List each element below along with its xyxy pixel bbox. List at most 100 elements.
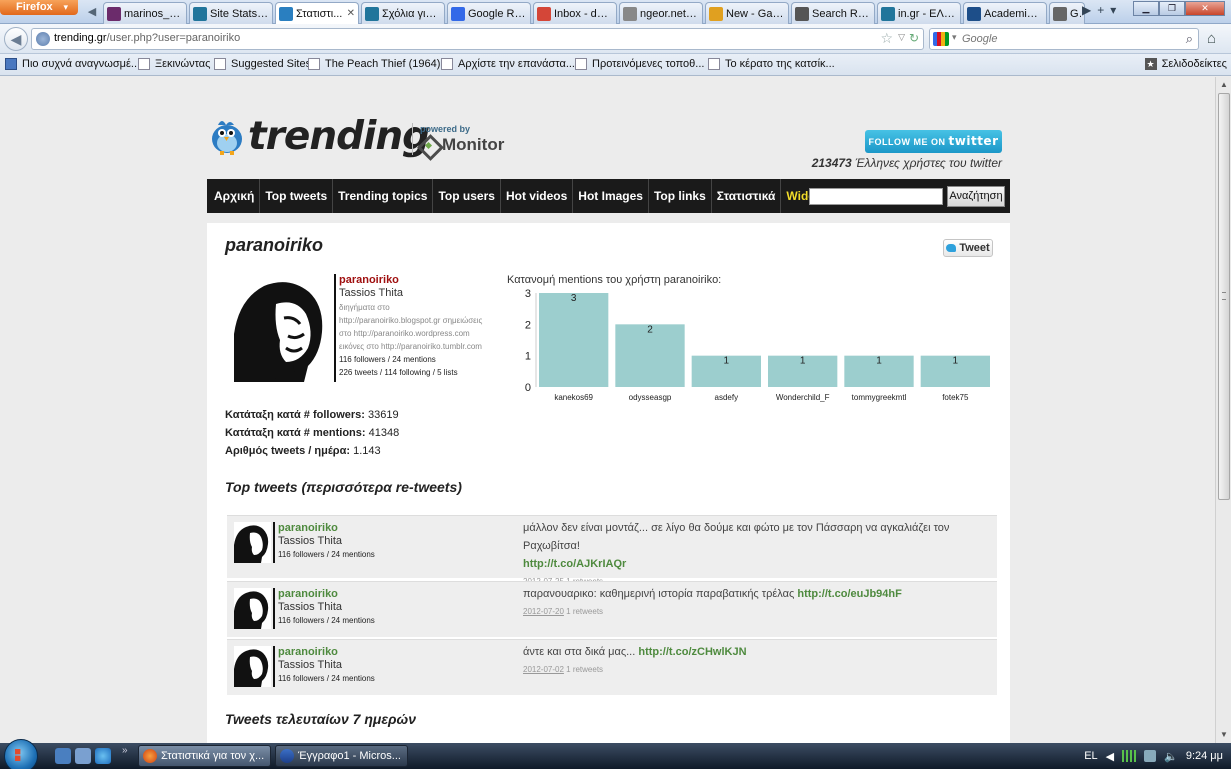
browser-tab[interactable]: marinos_sar... — [103, 2, 187, 24]
tab-scroll-left-icon[interactable]: ◀ — [84, 4, 100, 20]
google-icon[interactable] — [933, 32, 949, 46]
bookmark-item[interactable]: Suggested Sites — [214, 58, 311, 70]
bio-link-blogspot[interactable]: http://paranoiriko.blogspot.gr — [339, 316, 440, 325]
bookmark-item[interactable]: Το κέρατο της κατσίκ... — [708, 58, 835, 70]
tab-scroll-right-icon[interactable]: ▶ — [1082, 3, 1091, 17]
nav-item[interactable]: Top users — [433, 179, 501, 213]
scrollbar-thumb[interactable] — [1218, 93, 1230, 500]
tweet-username[interactable]: paranoiriko — [278, 588, 375, 601]
taskbar-task-label: Στατιστικά για τον χ... — [161, 750, 265, 762]
url-history-dropdown-icon[interactable]: ▽ — [898, 32, 905, 43]
bookmark-item[interactable]: Αρχίστε την επανάστα... — [441, 58, 575, 70]
avatar[interactable] — [234, 646, 271, 687]
close-window-icon[interactable]: ✕ — [1185, 1, 1225, 16]
users-count: 213473 — [811, 156, 852, 170]
taskbar-task[interactable]: Έγγραφο1 - Micros... — [275, 745, 408, 767]
nav-item[interactable]: Hot videos — [501, 179, 574, 213]
nav-item[interactable]: Top links — [649, 179, 712, 213]
browser-tab[interactable]: Google Rea... — [447, 2, 531, 24]
internet-explorer-icon[interactable] — [95, 748, 111, 764]
nav-item[interactable]: Trending topics — [333, 179, 434, 213]
bookmark-page-icon — [308, 58, 320, 70]
tray-expand-icon[interactable]: ◀ — [1106, 750, 1114, 763]
tray-app-icon[interactable] — [1144, 750, 1157, 762]
tab-controls: ▶ + ▾ — [1082, 3, 1116, 17]
bookmark-item[interactable]: The Peach Thief (1964)... — [308, 58, 450, 70]
users-count-text: Έλληνες χρήστες του twitter — [851, 156, 1002, 170]
tweet-user-stats: 116 followers / 24 mentions — [278, 674, 375, 683]
clock[interactable]: 9:24 μμ — [1186, 750, 1223, 762]
browser-tab[interactable]: Ga — [1049, 2, 1085, 24]
nav-item[interactable]: Hot Images — [573, 179, 649, 213]
browser-tab[interactable]: Search Resu... — [791, 2, 875, 24]
close-tab-icon[interactable]: ✕ — [345, 8, 355, 19]
page-scrollbar[interactable]: ▲ ▼ — [1215, 77, 1231, 743]
network-signal-icon[interactable] — [1122, 750, 1137, 762]
tweet-realname: Tassios Thita — [278, 659, 342, 671]
tweet-link[interactable]: http://t.co/AJKrIAQr — [523, 558, 626, 570]
back-arrow-icon[interactable]: ◀ — [4, 27, 28, 51]
tweet-body: παρανουαρικο: καθημερινή ιστορία παραβατ… — [523, 585, 993, 621]
switch-windows-icon[interactable] — [75, 748, 91, 764]
bookmark-star-icon[interactable]: ☆ — [880, 30, 893, 47]
volume-icon[interactable]: 🔈 — [1164, 750, 1178, 763]
url-domain: trending.gr — [54, 32, 107, 44]
new-tab-icon[interactable]: + — [1097, 3, 1104, 17]
tweet-username[interactable]: paranoiriko — [278, 646, 375, 659]
home-icon[interactable]: ⌂ — [1207, 30, 1216, 47]
profile-content: paranoiriko Tweet paranoiriko Tassios Th… — [207, 223, 1010, 743]
minimize-icon[interactable]: ▁ — [1133, 1, 1159, 16]
nav-item[interactable]: Top tweets — [260, 179, 334, 213]
bookmark-item[interactable]: Προτεινόμενες τοποθ... — [575, 58, 704, 70]
browser-tab[interactable]: ngeor.net | ... — [619, 2, 703, 24]
site-search-input[interactable] — [809, 188, 943, 205]
avatar[interactable] — [234, 522, 271, 563]
tweet-date[interactable]: 2012-07-02 — [523, 665, 564, 674]
show-desktop-icon[interactable] — [55, 748, 71, 764]
academia-icon — [967, 6, 981, 21]
url-text[interactable]: trending.gr/user.php?user=paranoiriko — [54, 32, 240, 44]
site-logo[interactable]: trending powered by Monitor — [210, 115, 510, 161]
firefox-icon — [143, 749, 157, 763]
browser-tab[interactable]: in.gr - ΕΛΛ... — [877, 2, 961, 24]
profile-username[interactable]: paranoiriko — [339, 274, 509, 287]
follow-on-twitter-button[interactable]: FOLLOW ME ON twitter — [865, 130, 1002, 153]
bookmarks-star-icon: ★ — [1144, 58, 1157, 70]
bookmarks-menu[interactable]: ★ Σελιδοδείκτες — [1144, 58, 1227, 70]
tweet-date[interactable]: 2012-07-20 — [523, 607, 564, 616]
language-indicator[interactable]: EL — [1084, 750, 1097, 762]
nav-item[interactable]: Αρχική — [209, 179, 261, 213]
tweet-button[interactable]: Tweet — [943, 239, 993, 257]
tweet-link[interactable]: http://t.co/euJb94hF — [797, 588, 902, 600]
scroll-down-icon[interactable]: ▼ — [1218, 728, 1230, 742]
restore-icon[interactable]: ❐ — [1159, 1, 1185, 16]
avatar[interactable] — [234, 274, 330, 382]
bookmark-item[interactable]: Πιο συχνά αναγνωσμέ... — [5, 58, 140, 70]
search-icon[interactable]: ⌕ — [1186, 31, 1193, 47]
browser-tab[interactable]: Academia.e... — [963, 2, 1047, 24]
bookmark-item[interactable]: Ξεκινώντας — [138, 58, 210, 70]
firefox-menu-button[interactable]: Firefox — [0, 0, 78, 15]
monitor-logo[interactable]: Monitor — [418, 135, 504, 155]
browser-tab[interactable]: Σχόλια για ... — [361, 2, 445, 24]
browser-tab[interactable]: Στατιστι... ✕ — [275, 2, 359, 24]
avatar[interactable] — [234, 588, 271, 629]
windows-start-button[interactable] — [4, 739, 38, 769]
reload-icon[interactable]: ↻ — [909, 31, 919, 45]
tweet-link[interactable]: http://t.co/zCHwlKJN — [638, 646, 746, 658]
nav-item[interactable]: Στατιστικά — [712, 179, 782, 213]
bio-link-tumblr[interactable]: http://paranoiriko.tumblr.com — [381, 342, 482, 351]
taskbar-task[interactable]: Στατιστικά για τον χ... — [138, 745, 271, 767]
scroll-up-icon[interactable]: ▲ — [1218, 78, 1230, 92]
browser-tab[interactable]: Site Stats ‹ o... — [189, 2, 273, 24]
url-bar[interactable]: trending.gr/user.php?user=paranoiriko ☆ … — [31, 28, 924, 50]
search-engine-dropdown-icon[interactable]: ▾ — [952, 32, 957, 43]
browser-tab[interactable]: Inbox - dyti... — [533, 2, 617, 24]
browser-tab[interactable]: New - Gath... — [705, 2, 789, 24]
tab-list-icon[interactable]: ▾ — [1110, 3, 1116, 17]
site-search-button[interactable]: Αναζήτηση — [947, 186, 1005, 207]
bio-link-wordpress[interactable]: http://paranoiriko.wordpress.com — [354, 329, 470, 338]
tweet-username[interactable]: paranoiriko — [278, 522, 375, 535]
browser-search-input[interactable] — [962, 31, 1172, 47]
quicklaunch-more-icon[interactable]: » — [122, 745, 128, 756]
